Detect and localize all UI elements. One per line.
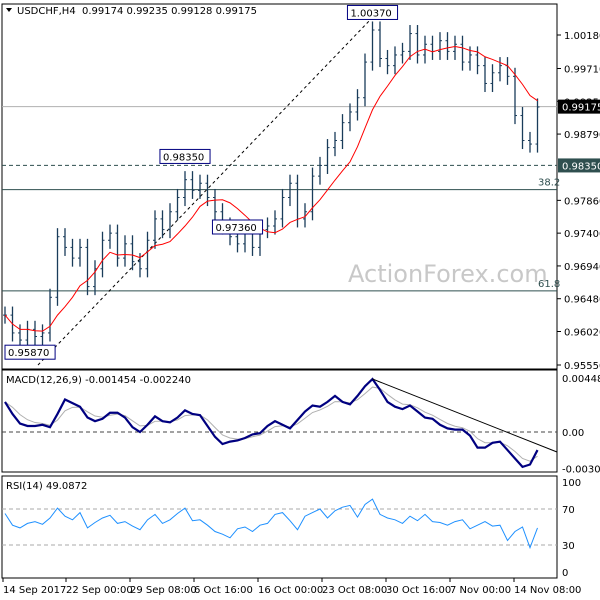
price-annotation: 0.95870: [8, 348, 49, 359]
price-tick-label: 1.00180: [564, 31, 600, 42]
support-label: 0.98350: [562, 161, 600, 172]
ohlc-values: 0.99174 0.99235 0.99128 0.99175: [82, 6, 257, 17]
time-tick-label: 16 Oct 00:00: [258, 585, 323, 596]
rsi-tick-label: 0: [562, 568, 568, 579]
time-tick-label: 29 Sep 08:00: [130, 585, 197, 596]
symbol-label: USDCHF,H4: [17, 6, 76, 17]
rsi-tick-label: 100: [562, 478, 581, 489]
time-tick-label: 14 Nov 08:00: [514, 585, 581, 596]
price-tick-label: 0.96480: [564, 295, 600, 306]
macd-panel: MACD(12,26,9) -0.001454 -0.002240 0.0044…: [1, 369, 600, 475]
price-tick-label: 0.99710: [564, 64, 600, 75]
watermark: ActionForex.com: [348, 260, 548, 288]
fib-label: 61.8: [538, 279, 560, 290]
time-tick-label: 30 Oct 16:00: [386, 585, 451, 596]
rsi-title: RSI(14) 49.0872: [6, 481, 87, 492]
forex-chart: ActionForex.com USDCHF,H4 0.99174 0.9923…: [1, 3, 600, 596]
price-axis: 1.001800.997100.992500.987900.978600.974…: [557, 31, 600, 372]
rsi-panel: RSI(14) 49.0872 100 70 30 0: [1, 475, 581, 579]
price-panel: ActionForex.com USDCHF,H4 0.99174 0.9923…: [1, 3, 600, 372]
time-tick-label: 22 Sep 00:00: [66, 585, 133, 596]
price-tick-label: 0.95550: [564, 361, 600, 372]
price-tick-label: 0.96020: [564, 328, 600, 339]
macd-title: MACD(12,26,9) -0.001454 -0.002240: [6, 375, 191, 386]
price-tick-label: 0.97400: [564, 229, 600, 240]
time-axis: 14 Sep 2017 22 Sep 00:0029 Sep 08:006 Oct…: [2, 578, 581, 596]
price-tick-label: 0.96940: [564, 262, 600, 273]
time-tick-label: 7 Nov 00:00: [450, 585, 511, 596]
price-tick-label: 0.97860: [564, 196, 600, 207]
macd-tick-label: -0.003018: [562, 464, 600, 475]
rsi-tick-label: 70: [562, 505, 575, 516]
current-price-label: 0.99175: [562, 103, 600, 114]
price-annotation: 0.97360: [215, 223, 256, 234]
fib-label: 38.2: [538, 178, 560, 189]
macd-tick-label: 0.004485: [562, 374, 600, 385]
rsi-tick-label: 30: [562, 541, 575, 552]
time-tick-label: 14 Sep 2017: [3, 585, 66, 596]
time-tick-label: 23 Oct 08:00: [322, 585, 387, 596]
macd-tick-label: 0.00: [562, 428, 584, 439]
price-tick-label: 0.98790: [564, 130, 600, 141]
header: USDCHF,H4 0.99174 0.99235 0.99128 0.9917…: [6, 6, 257, 17]
time-tick-label: 6 Oct 16:00: [194, 585, 253, 596]
price-annotation: 1.00370: [350, 8, 391, 19]
price-annotation: 0.98350: [163, 152, 204, 163]
